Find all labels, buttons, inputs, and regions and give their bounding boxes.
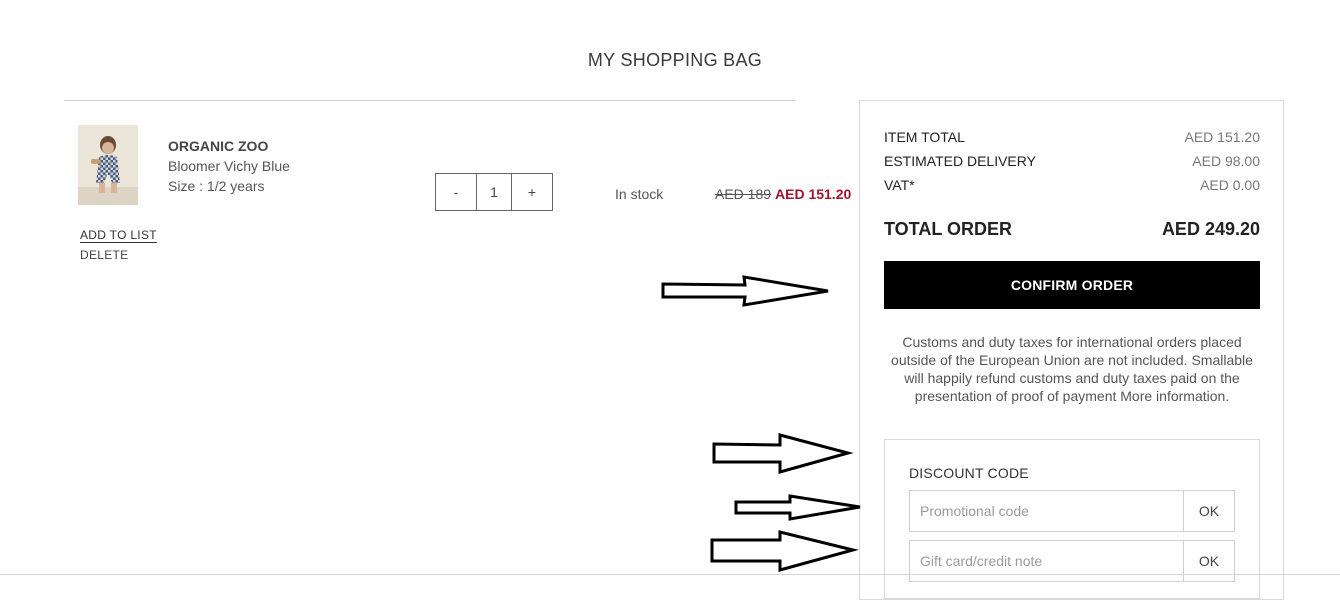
- product-image[interactable]: [78, 125, 138, 205]
- estimated-delivery-label: ESTIMATED DELIVERY: [884, 153, 1036, 169]
- add-to-list-link[interactable]: ADD TO LIST: [80, 228, 157, 242]
- item-total-value: AED 151.20: [1184, 129, 1261, 145]
- total-order-label: TOTAL ORDER: [884, 219, 1013, 239]
- quantity-decrease-button[interactable]: -: [436, 174, 476, 210]
- confirm-order-button[interactable]: CONFIRM ORDER: [884, 261, 1260, 309]
- gift-card-field: OK: [909, 540, 1235, 582]
- product-name[interactable]: Bloomer Vichy Blue: [168, 158, 290, 174]
- original-price: AED 189: [715, 186, 772, 202]
- product-brand[interactable]: ORGANIC ZOO: [168, 138, 268, 154]
- hand-drawn-right-arrow-icon: [734, 494, 861, 521]
- delete-link[interactable]: DELETE: [80, 248, 128, 262]
- page-title: MY SHOPPING BAG: [587, 50, 763, 70]
- estimated-delivery-value: AED 98.00: [1192, 153, 1260, 169]
- promo-code-input[interactable]: [910, 491, 1183, 531]
- promo-code-ok-button[interactable]: OK: [1183, 491, 1234, 531]
- vat-value: AED 0.00: [1200, 177, 1260, 193]
- discount-code-title: DISCOUNT CODE: [909, 465, 1029, 481]
- hand-drawn-right-arrow-icon: [710, 530, 859, 572]
- page-bottom-divider: [0, 574, 1340, 575]
- vat-label: VAT*: [884, 177, 915, 193]
- stock-status: In stock: [615, 186, 664, 202]
- customs-notice: Customs and duty taxes for international…: [891, 334, 1253, 404]
- sale-price: AED 151.20: [775, 186, 852, 202]
- item-total-label: ITEM TOTAL: [884, 129, 965, 145]
- hand-drawn-right-arrow-icon: [661, 275, 829, 307]
- quantity-increase-button[interactable]: +: [512, 174, 552, 210]
- child-in-checked-romper-photo: [78, 125, 138, 205]
- quantity-value[interactable]: 1: [476, 174, 512, 210]
- total-order-value: AED 249.20: [1161, 219, 1260, 239]
- gift-card-ok-button[interactable]: OK: [1183, 541, 1234, 581]
- product-size: Size : 1/2 years: [168, 178, 265, 194]
- hand-drawn-right-arrow-icon: [712, 433, 854, 474]
- quantity-stepper: - 1 +: [435, 173, 553, 211]
- title-divider: [64, 100, 796, 101]
- promo-code-field: OK: [909, 490, 1235, 532]
- gift-card-input[interactable]: [910, 541, 1183, 581]
